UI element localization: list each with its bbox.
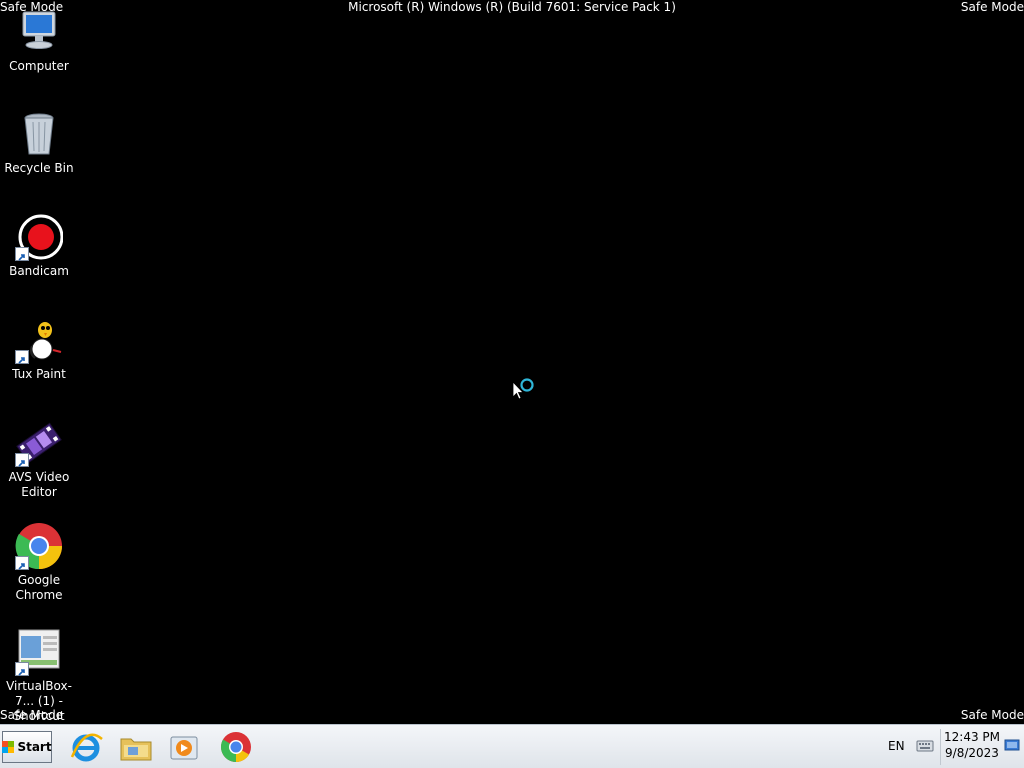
media-player-icon xyxy=(170,736,198,760)
tux-paint-icon xyxy=(15,316,63,364)
internet-explorer-icon xyxy=(70,733,103,762)
keyboard-icon[interactable] xyxy=(916,738,934,752)
avs-video-editor-icon xyxy=(15,419,63,467)
taskbar: Start EN 12:43 PM 9/8/2023 xyxy=(0,724,1024,768)
desktop-icon-bandicam[interactable]: Bandicam xyxy=(0,213,78,279)
start-button[interactable]: Start xyxy=(2,731,52,763)
desktop-icon-label: Google Chrome xyxy=(15,573,63,602)
chrome-icon xyxy=(220,732,251,762)
windows-build-text: Microsoft (R) Windows (R) (Build 7601: S… xyxy=(348,0,676,14)
safe-mode-label-top-right: Safe Mode xyxy=(960,0,1024,14)
desktop-icon-label: Recycle Bin xyxy=(4,161,74,175)
computer-icon xyxy=(15,8,63,56)
recycle-bin-icon xyxy=(15,110,63,158)
desktop[interactable]: Safe Mode Microsoft (R) Windows (R) (Bui… xyxy=(0,0,1024,768)
taskbar-chrome[interactable] xyxy=(218,731,254,763)
desktop-icon-tux-paint[interactable]: Tux Paint xyxy=(0,316,78,382)
shortcut-arrow-icon xyxy=(15,350,29,364)
desktop-icon-google-chrome[interactable]: Google Chrome xyxy=(0,522,78,603)
desktop-icon-computer[interactable]: Computer xyxy=(0,8,78,74)
shortcut-arrow-icon xyxy=(15,662,29,676)
show-desktop-icon[interactable] xyxy=(1004,737,1020,753)
clock-date: 9/8/2023 xyxy=(945,746,999,760)
taskbar-internet-explorer[interactable] xyxy=(68,731,104,763)
shortcut-arrow-icon xyxy=(15,453,29,467)
virtualbox-shortcut-icon xyxy=(15,628,63,676)
taskbar-file-explorer[interactable] xyxy=(118,731,154,763)
desktop-icon-avs-video-editor[interactable]: AVS Video Editor xyxy=(0,419,78,500)
system-clock[interactable]: 12:43 PM 9/8/2023 xyxy=(940,729,1003,765)
start-label: Start xyxy=(17,740,52,754)
desktop-icon-label: Tux Paint xyxy=(12,367,66,381)
bandicam-icon xyxy=(15,213,64,261)
windows-flag-icon xyxy=(2,741,15,753)
file-explorer-icon xyxy=(120,738,152,761)
desktop-icon-label: AVS Video Editor xyxy=(8,470,70,499)
desktop-icon-label: Bandicam xyxy=(9,264,69,278)
busy-cursor-icon xyxy=(512,377,542,407)
shortcut-arrow-icon xyxy=(15,556,29,570)
desktop-icon-recycle-bin[interactable]: Recycle Bin xyxy=(0,110,78,176)
language-indicator[interactable]: EN xyxy=(888,739,905,753)
safe-mode-label-bottom-left: Safe Mode xyxy=(0,708,64,722)
taskbar-media-player[interactable] xyxy=(166,731,202,763)
desktop-icon-label: Computer xyxy=(9,59,69,73)
shortcut-arrow-icon xyxy=(15,247,29,261)
clock-time: 12:43 PM xyxy=(944,730,1000,744)
safe-mode-label-bottom-right: Safe Mode xyxy=(960,708,1024,722)
chrome-icon xyxy=(15,522,63,570)
